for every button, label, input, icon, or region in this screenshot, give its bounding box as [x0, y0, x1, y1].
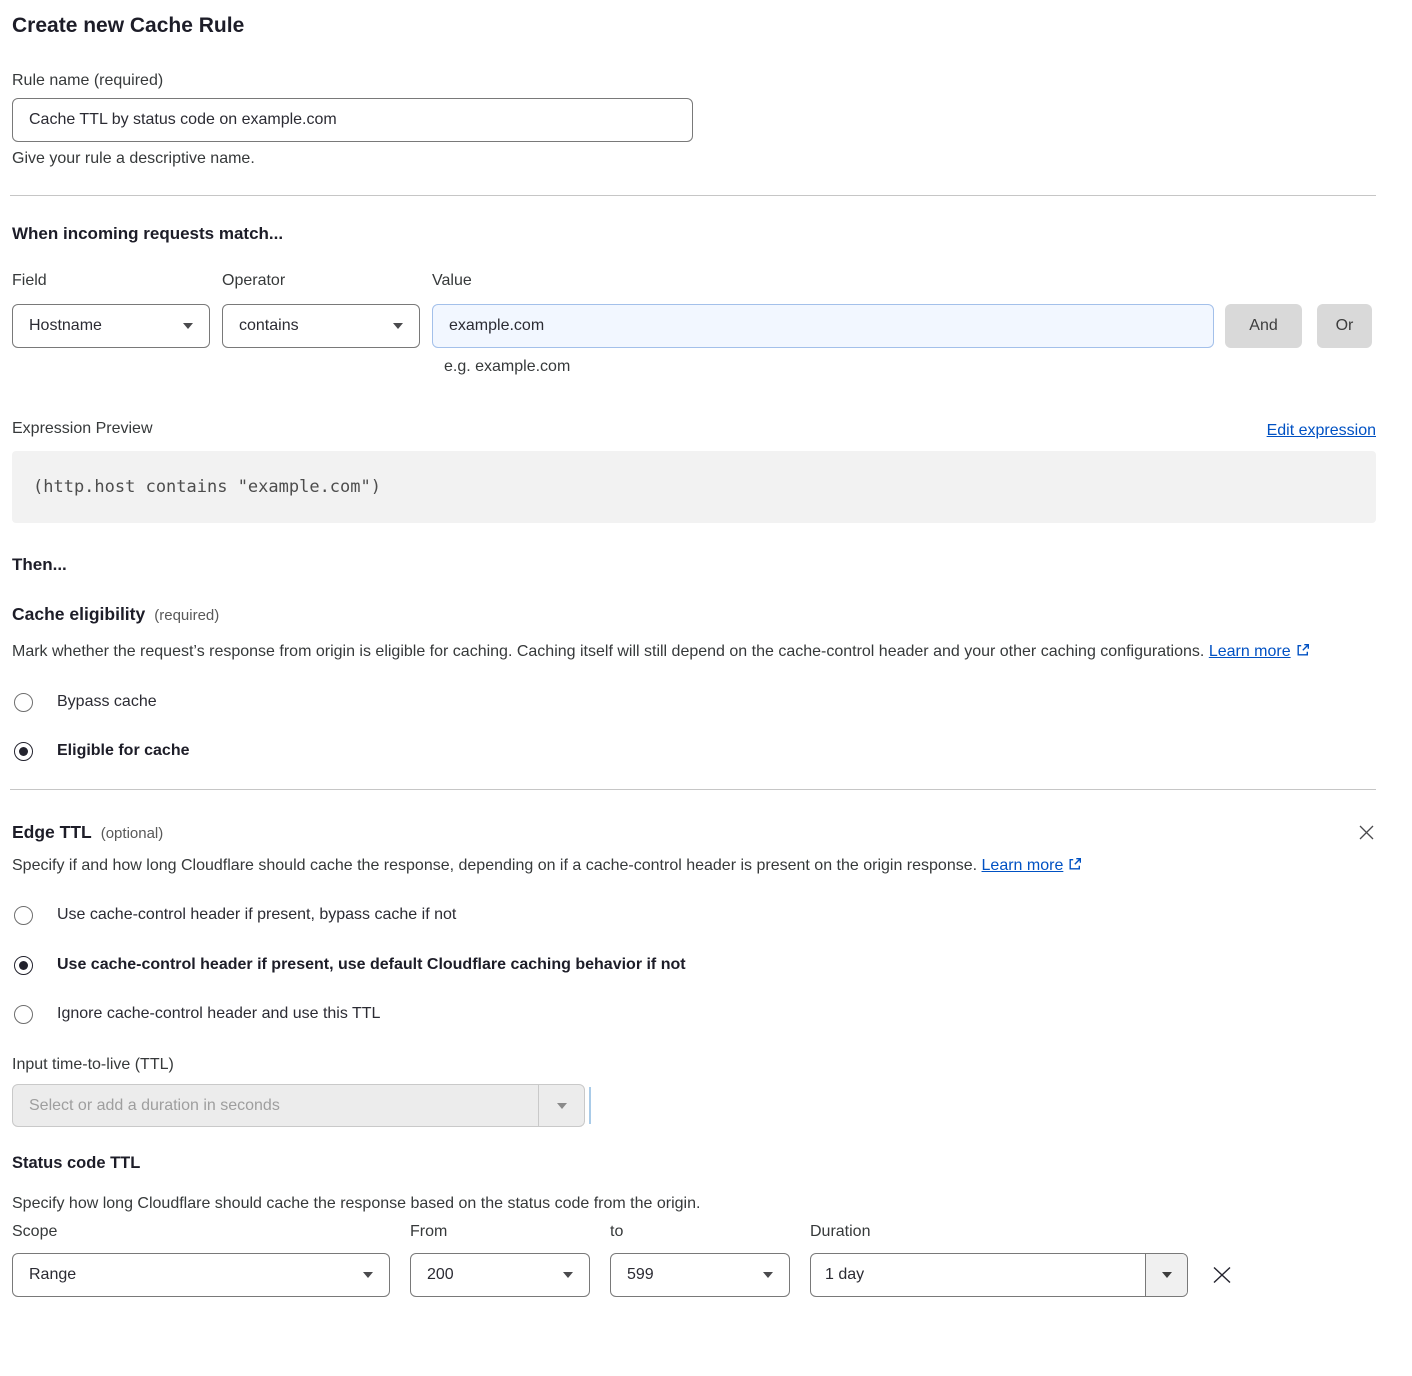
- status-code-ttl-description: Specify how long Cloudflare should cache…: [12, 1193, 1352, 1215]
- edge-ttl-option-ignore-label: Ignore cache-control header and use this…: [57, 1002, 380, 1026]
- rule-name-helper: Give your rule a descriptive name.: [12, 148, 1376, 170]
- expression-preview-label: Expression Preview: [12, 418, 153, 440]
- to-label: to: [610, 1221, 810, 1243]
- ttl-input-label: Input time-to-live (TTL): [12, 1054, 1376, 1076]
- operator-label: Operator: [222, 270, 432, 292]
- required-badge: (required): [154, 607, 219, 624]
- from-label: From: [410, 1221, 610, 1243]
- chevron-down-icon: [183, 323, 193, 329]
- create-cache-rule-form: Create new Cache Rule Rule name (require…: [0, 0, 1412, 1297]
- value-input[interactable]: [432, 304, 1214, 348]
- edge-ttl-description-text: Specify if and how long Cloudflare shoul…: [12, 857, 977, 874]
- cache-eligibility-heading: Cache eligibility: [12, 602, 145, 626]
- edge-ttl-option-ignore[interactable]: Ignore cache-control header and use this…: [12, 1002, 1376, 1026]
- expression-code: (http.host contains "example.com"): [33, 477, 381, 497]
- edge-ttl-option-bypass-label: Use cache-control header if present, byp…: [57, 903, 456, 927]
- edge-ttl-heading-row: Edge TTL (optional): [12, 820, 1376, 844]
- from-select-value: 200: [427, 1266, 454, 1284]
- expression-preview-box: (http.host contains "example.com"): [12, 451, 1376, 523]
- status-ttl-controls-row: Range 200 599 1 day: [12, 1253, 1376, 1297]
- then-heading: Then...: [12, 553, 1376, 577]
- scope-select[interactable]: Range: [12, 1253, 390, 1297]
- duration-combobox[interactable]: 1 day: [810, 1253, 1188, 1297]
- scope-label: Scope: [12, 1221, 410, 1243]
- scope-select-value: Range: [29, 1266, 76, 1284]
- close-icon[interactable]: [1357, 823, 1376, 842]
- edge-ttl-option-bypass[interactable]: Use cache-control header if present, byp…: [12, 903, 1376, 927]
- from-select[interactable]: 200: [410, 1253, 590, 1297]
- match-heading: When incoming requests match...: [12, 222, 1376, 246]
- field-label: Field: [12, 270, 222, 292]
- learn-more-link[interactable]: Learn more: [1209, 643, 1291, 660]
- delete-row-icon[interactable]: [1210, 1263, 1234, 1287]
- section-divider: [10, 789, 1376, 790]
- external-link-icon: [1295, 640, 1311, 668]
- chevron-down-icon: [363, 1272, 373, 1278]
- and-button[interactable]: And: [1225, 304, 1302, 348]
- edit-expression-link[interactable]: Edit expression: [1267, 422, 1376, 440]
- radio-unselected-icon[interactable]: [14, 693, 33, 712]
- edge-ttl-option-default[interactable]: Use cache-control header if present, use…: [12, 953, 1376, 977]
- cursor-line: [589, 1087, 591, 1124]
- cache-eligibility-description: Mark whether the request’s response from…: [12, 638, 1352, 668]
- match-controls-row: Hostname contains And Or: [12, 304, 1376, 348]
- radio-selected-icon[interactable]: [14, 742, 33, 761]
- cache-eligibility-heading-row: Cache eligibility (required): [12, 602, 1376, 626]
- value-helper: e.g. example.com: [444, 356, 1376, 378]
- external-link-icon: [1067, 854, 1083, 882]
- bypass-cache-label: Bypass cache: [57, 690, 157, 714]
- bypass-cache-option[interactable]: Bypass cache: [12, 690, 1376, 714]
- status-ttl-labels-row: Scope From to Duration: [12, 1221, 1376, 1243]
- ttl-dropdown-button[interactable]: [538, 1085, 584, 1126]
- edge-ttl-option-default-label: Use cache-control header if present, use…: [57, 953, 686, 977]
- or-button[interactable]: Or: [1317, 304, 1372, 348]
- duration-label: Duration: [810, 1221, 870, 1243]
- page-title: Create new Cache Rule: [12, 12, 1376, 40]
- radio-unselected-icon[interactable]: [14, 906, 33, 925]
- edge-ttl-heading: Edge TTL: [12, 820, 92, 844]
- match-labels-row: Field Operator Value: [12, 270, 1376, 292]
- chevron-down-icon: [557, 1103, 567, 1109]
- duration-value: 1 day: [811, 1254, 1145, 1296]
- field-select[interactable]: Hostname: [12, 304, 210, 348]
- radio-selected-icon[interactable]: [14, 956, 33, 975]
- cache-eligibility-description-text: Mark whether the request’s response from…: [12, 643, 1204, 660]
- chevron-down-icon: [1162, 1272, 1172, 1278]
- section-divider: [10, 195, 1376, 196]
- eligible-for-cache-label: Eligible for cache: [57, 739, 189, 763]
- rule-name-label: Rule name (required): [12, 70, 1376, 92]
- operator-select[interactable]: contains: [222, 304, 420, 348]
- expression-header: Expression Preview Edit expression: [12, 418, 1376, 440]
- optional-badge: (optional): [101, 825, 164, 842]
- chevron-down-icon: [563, 1272, 573, 1278]
- learn-more-link[interactable]: Learn more: [982, 857, 1064, 874]
- edge-ttl-description: Specify if and how long Cloudflare shoul…: [12, 852, 1352, 882]
- radio-unselected-icon[interactable]: [14, 1005, 33, 1024]
- rule-name-input[interactable]: [12, 98, 693, 142]
- chevron-down-icon: [393, 323, 403, 329]
- to-select[interactable]: 599: [610, 1253, 790, 1297]
- value-label: Value: [432, 270, 1376, 292]
- eligible-for-cache-option[interactable]: Eligible for cache: [12, 739, 1376, 763]
- chevron-down-icon: [763, 1272, 773, 1278]
- field-select-value: Hostname: [29, 317, 102, 335]
- status-code-ttl-heading: Status code TTL: [12, 1151, 1376, 1175]
- ttl-duration-select[interactable]: Select or add a duration in seconds: [12, 1084, 585, 1127]
- to-select-value: 599: [627, 1266, 654, 1284]
- operator-select-value: contains: [239, 317, 299, 335]
- ttl-duration-placeholder: Select or add a duration in seconds: [13, 1097, 538, 1115]
- duration-dropdown-button[interactable]: [1145, 1254, 1187, 1296]
